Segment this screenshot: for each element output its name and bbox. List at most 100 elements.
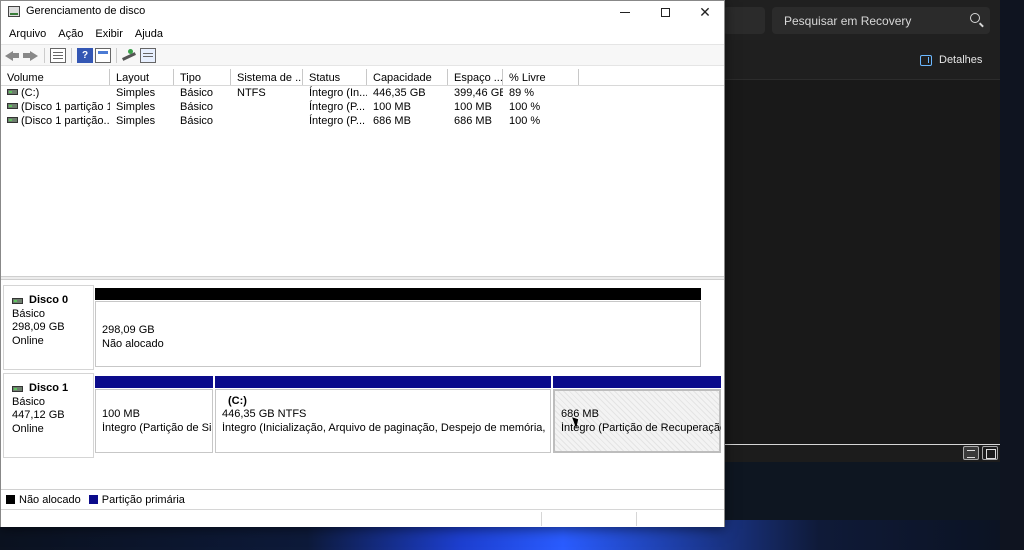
view-top-icon[interactable] xyxy=(95,48,111,63)
unallocated-bar xyxy=(95,288,701,300)
cell-tipo: Básico xyxy=(180,115,214,127)
column-header-layout[interactable]: Layout xyxy=(110,69,174,85)
table-row[interactable]: (C:) Simples Básico NTFS Íntegro (In... … xyxy=(1,86,724,100)
menu-exibir[interactable]: Exibir xyxy=(89,25,129,43)
connect-disk-icon[interactable] xyxy=(122,48,138,63)
column-header-tipo[interactable]: Tipo xyxy=(174,69,231,85)
partition-size: 298,09 GB xyxy=(102,324,155,336)
explorer-command-bar: Detalhes xyxy=(705,40,1000,80)
details-label: Detalhes xyxy=(939,54,983,66)
maximize-button[interactable] xyxy=(645,1,685,23)
cell-capacidade: 446,35 GB xyxy=(373,87,426,99)
forward-arrow-icon[interactable] xyxy=(23,48,39,63)
column-header-espaco[interactable]: Espaço ... xyxy=(448,69,503,85)
menu-acao[interactable]: Ação xyxy=(52,25,89,43)
status-separator xyxy=(541,512,542,526)
primary-partition-bar xyxy=(553,376,721,388)
disk-1-size: 447,12 GB xyxy=(12,409,65,421)
cell-sistema xyxy=(231,114,303,128)
cell-livre: 100 % xyxy=(509,115,541,127)
window-title: Gerenciamento de disco xyxy=(26,5,146,17)
search-icon[interactable] xyxy=(970,13,980,23)
cell-livre: 100 % xyxy=(509,101,541,113)
legend: Não alocado Partição primária xyxy=(1,489,724,509)
cell-sistema xyxy=(231,100,303,114)
disk-0-unallocated-partition[interactable]: 298,09 GB Não alocado xyxy=(94,285,705,370)
cell-status: Íntegro (P... xyxy=(309,101,366,113)
cell-volume: (Disco 1 partição... xyxy=(1,114,110,128)
help-icon[interactable]: ? xyxy=(77,48,93,63)
column-header-sistema[interactable]: Sistema de ... xyxy=(231,69,303,85)
cell-espaco: 399,46 GB xyxy=(454,87,503,99)
volume-list: Volume Layout Tipo Sistema de ... Status… xyxy=(1,68,724,276)
partition-size: 446,35 GB NTFS xyxy=(222,408,307,420)
toolbar-separator xyxy=(116,48,117,63)
column-header-capacidade[interactable]: Capacidade xyxy=(367,69,448,85)
disk-1-partition-c[interactable]: (C:) 446,35 GB NTFS Íntegro (Inicializaç… xyxy=(215,376,551,453)
details-button[interactable]: Detalhes xyxy=(920,54,982,66)
minimize-icon xyxy=(620,11,630,13)
drive-icon xyxy=(7,89,18,95)
title-bar: Gerenciamento de disco ✕ xyxy=(1,1,724,23)
partition-body: 298,09 GB Não alocado xyxy=(95,301,701,367)
cell-capacidade: 686 MB xyxy=(373,115,411,127)
disk-0-type: Básico xyxy=(12,307,46,320)
back-arrow-icon[interactable] xyxy=(5,48,21,63)
disk-icon xyxy=(12,297,23,304)
status-separator xyxy=(636,512,637,526)
minimize-button[interactable] xyxy=(605,1,645,23)
explorer-address-bar[interactable] xyxy=(723,7,765,34)
cell-layout: Simples xyxy=(116,101,156,113)
disk-management-window: Gerenciamento de disco ✕ Arquivo Ação Ex… xyxy=(0,0,725,527)
settings-list-icon[interactable] xyxy=(140,48,156,63)
file-explorer-window: Pesquisar em Recovery Detalhes xyxy=(705,0,1000,462)
partition-body: 100 MB Íntegro (Partição de Sist xyxy=(95,389,213,453)
disk-1-partition-recovery[interactable]: 686 MB Íntegro (Partição de Recuperação) xyxy=(553,376,721,453)
legend-label: Partição primária xyxy=(101,493,185,506)
cell-espaco: 100 MB xyxy=(454,101,492,113)
column-header-status[interactable]: Status xyxy=(303,69,367,85)
close-button[interactable]: ✕ xyxy=(685,1,725,23)
cell-volume: (Disco 1 partição 1) xyxy=(1,100,110,114)
cell-tipo: Básico xyxy=(180,87,214,99)
disk-0-name: Disco 0 xyxy=(12,294,93,308)
cell-status: Íntegro (In... xyxy=(309,87,367,99)
cell-layout: Simples xyxy=(116,87,156,99)
menu-ajuda[interactable]: Ajuda xyxy=(129,25,169,43)
disk-0-label[interactable]: Disco 0 Básico 298,09 GB Online xyxy=(3,285,94,370)
disk-1-type: Básico xyxy=(12,395,46,408)
disk-0-state: Online xyxy=(12,334,44,347)
cell-volume: (C:) xyxy=(1,86,110,100)
disk-icon xyxy=(12,385,23,392)
column-header-empty xyxy=(579,69,724,85)
disk-1-label[interactable]: Disco 1 Básico 447,12 GB Online xyxy=(3,373,94,458)
menu-arquivo[interactable]: Arquivo xyxy=(3,25,52,43)
details-view-icon[interactable] xyxy=(963,446,979,460)
disk-management-app-icon xyxy=(8,6,20,17)
column-header-volume[interactable]: Volume xyxy=(1,69,110,85)
partition-status: Não alocado xyxy=(102,338,164,350)
cell-capacidade: 100 MB xyxy=(373,101,411,113)
disk-1-partition-1[interactable]: 100 MB Íntegro (Partição de Sist xyxy=(95,376,213,453)
partition-status: Íntegro (Inicialização, Arquivo de pagin… xyxy=(222,422,548,434)
primary-partition-bar xyxy=(215,376,551,388)
legend-item-unallocated: Não alocado xyxy=(6,494,81,506)
cell-status: Íntegro (P... xyxy=(309,115,366,127)
cell-volume-text: (Disco 1 partição... xyxy=(21,115,110,127)
primary-partition-bar xyxy=(95,376,213,388)
tiles-view-icon[interactable] xyxy=(982,446,998,460)
explorer-topbar: Pesquisar em Recovery xyxy=(705,0,1000,40)
partition-size: 686 MB xyxy=(561,408,599,420)
cell-sistema: NTFS xyxy=(237,87,266,99)
details-pane-icon xyxy=(920,54,932,66)
column-header-livre[interactable]: % Livre xyxy=(503,69,579,85)
properties-icon[interactable] xyxy=(50,48,66,63)
table-row[interactable]: (Disco 1 partição... Simples Básico Ínte… xyxy=(1,114,724,128)
toolbar: ? xyxy=(1,44,724,66)
explorer-search-box[interactable]: Pesquisar em Recovery xyxy=(772,7,990,34)
legend-swatch-black xyxy=(6,495,15,504)
cell-tipo: Básico xyxy=(180,101,214,113)
partition-status: Íntegro (Partição de Recuperação) xyxy=(561,422,721,434)
table-row[interactable]: (Disco 1 partição 1) Simples Básico Ínte… xyxy=(1,100,724,114)
toolbar-separator xyxy=(71,48,72,63)
